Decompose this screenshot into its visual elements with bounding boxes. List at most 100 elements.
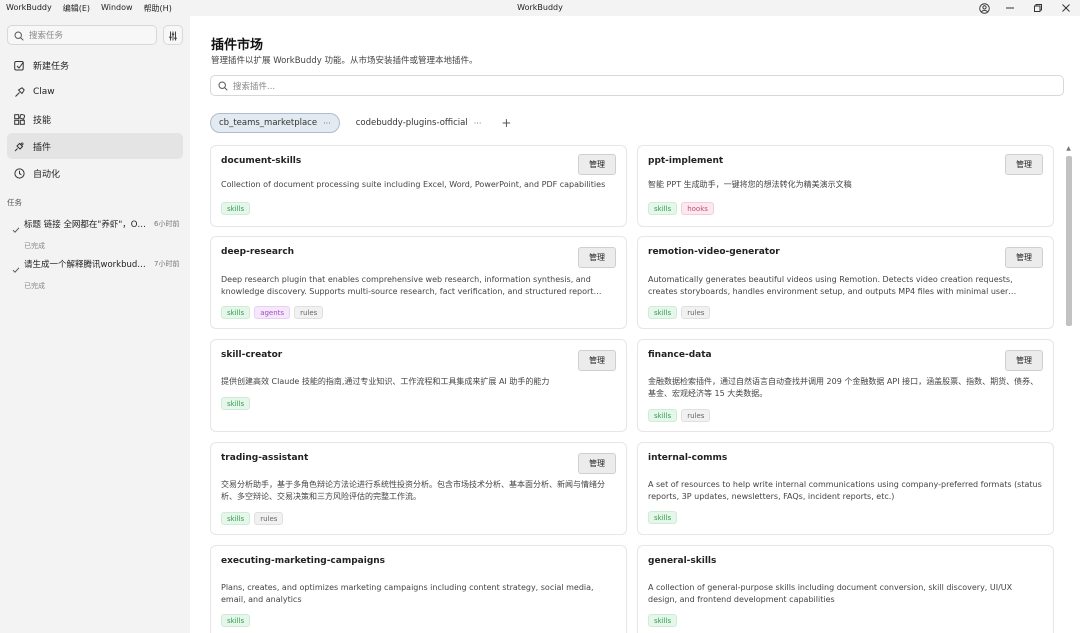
plugin-tags: skills rules xyxy=(648,306,711,319)
scroll-up-icon[interactable]: ▲ xyxy=(1064,145,1073,154)
manage-button[interactable]: 管理 xyxy=(578,350,616,371)
plugin-card[interactable]: skill-creator 管理 提供创建高效 Claude 技能的指南,通过专… xyxy=(210,339,627,432)
tag-rules: rules xyxy=(681,409,711,422)
account-icon[interactable] xyxy=(978,2,991,15)
plugin-name: executing-marketing-campaigns xyxy=(221,556,386,566)
plugin-card[interactable]: finance-data 管理 金融数据检索插件，通过自然语言自动查找并调用 2… xyxy=(637,339,1054,432)
plugin-description: A set of resources to help write interna… xyxy=(648,480,1042,501)
skills-icon xyxy=(14,113,25,125)
tab-cb-teams-marketplace[interactable]: cb_teams_marketplace ··· xyxy=(210,113,340,133)
plugin-name: deep-research xyxy=(221,247,295,257)
task-title: 标题 链接 全网都在"养虾"，Ope... xyxy=(24,220,150,230)
tag-skills: skills xyxy=(648,511,678,524)
tag-agents: agents xyxy=(254,306,291,319)
plugin-card[interactable]: general-skills A collection of general-p… xyxy=(637,545,1054,633)
manage-button[interactable]: 管理 xyxy=(1005,247,1043,268)
plugin-tags: skills xyxy=(221,202,251,215)
task-title: 请生成一个解释腾讯workbuddy... xyxy=(24,260,150,270)
sidebar-item-plugins[interactable]: 插件 xyxy=(7,133,183,159)
plugin-card[interactable]: remotion-video-generator 管理 Automaticall… xyxy=(637,236,1054,329)
plugin-icon xyxy=(14,141,25,152)
main-panel: 插件市场 管理插件以扩展 WorkBuddy 功能。从市场安装插件或管理本地插件… xyxy=(190,16,1080,633)
close-button[interactable] xyxy=(1052,0,1080,16)
sidebar: 搜索任务 新建任务 Claw 技能 插件 自动化 任务 标题 链接 全网都在"养… xyxy=(0,16,190,633)
plugin-description: 金融数据检索插件，通过自然语言自动查找并调用 209 个金融数据 API 接口，… xyxy=(648,377,1039,398)
manage-button[interactable]: 管理 xyxy=(1005,350,1043,371)
plugin-description: Collection of document processing suite … xyxy=(221,180,606,189)
tab-codebuddy-plugins-official[interactable]: codebuddy-plugins-official ··· xyxy=(348,113,490,133)
tag-hooks: hooks xyxy=(681,202,714,215)
plugin-card[interactable]: ppt-implement 管理 智能 PPT 生成助手，一键将您的想法转化为精… xyxy=(637,145,1054,227)
marketplace-tabs: cb_teams_marketplace ··· codebuddy-plugi… xyxy=(210,113,511,133)
plugin-card[interactable]: document-skills 管理 Collection of documen… xyxy=(210,145,627,227)
plugin-tags: skills xyxy=(648,614,678,627)
plugin-description: Automatically generates beautiful videos… xyxy=(648,275,1013,296)
sidebar-item-label: 自动化 xyxy=(33,169,61,180)
tag-skills: skills xyxy=(221,614,251,627)
sidebar-item-skills[interactable]: 技能 xyxy=(7,106,183,132)
tag-skills: skills xyxy=(648,202,678,215)
clock-icon xyxy=(14,167,25,179)
task-status: 已完成 xyxy=(24,282,45,290)
plugin-tags: skills hooks xyxy=(648,202,714,215)
sidebar-item-label: 插件 xyxy=(33,142,52,153)
plugin-name: general-skills xyxy=(648,556,717,566)
restore-button[interactable] xyxy=(1024,0,1052,16)
check-icon xyxy=(12,219,21,238)
plugin-search-input[interactable]: 搜索插件... xyxy=(210,75,1064,96)
claw-icon xyxy=(14,86,25,98)
plugin-grid: document-skills 管理 Collection of documen… xyxy=(210,145,1054,633)
plugin-name: internal-comms xyxy=(648,453,728,463)
plugin-name: document-skills xyxy=(221,156,302,166)
tag-skills: skills xyxy=(221,202,251,215)
plugin-card[interactable]: deep-research 管理 Deep research plugin th… xyxy=(210,236,627,329)
filter-button[interactable] xyxy=(163,25,183,45)
vertical-scrollbar[interactable]: ▲ xyxy=(1064,145,1073,633)
task-search-input[interactable]: 搜索任务 xyxy=(7,25,157,45)
plugin-description: 提供创建高效 Claude 技能的指南,通过专业知识、工作流程和工具集成来扩展 … xyxy=(221,377,550,386)
scrollbar-thumb[interactable] xyxy=(1066,156,1072,326)
tasks-heading: 任务 xyxy=(7,198,22,207)
task-time: 7小时前 xyxy=(154,260,180,268)
plugin-card[interactable]: executing-marketing-campaigns Plans, cre… xyxy=(210,545,627,633)
sidebar-item-label: 技能 xyxy=(33,115,52,126)
task-time: 6小时前 xyxy=(154,220,180,228)
more-icon[interactable]: ··· xyxy=(323,119,331,128)
search-icon xyxy=(14,26,24,45)
tag-skills: skills xyxy=(221,397,251,410)
check-icon xyxy=(12,259,21,278)
sidebar-item-automation[interactable]: 自动化 xyxy=(7,160,183,186)
search-icon xyxy=(218,76,228,95)
plugin-description: Plans, creates, and optimizes marketing … xyxy=(221,583,594,604)
plugin-tags: skills xyxy=(221,397,251,410)
add-tab-icon[interactable]: + xyxy=(501,116,511,130)
plugin-description: 智能 PPT 生成助手，一键将您的想法转化为精美演示文稿 xyxy=(648,180,852,189)
sidebar-item-label: 新建任务 xyxy=(33,61,70,72)
plugin-name: remotion-video-generator xyxy=(648,247,780,257)
manage-button[interactable]: 管理 xyxy=(578,154,616,175)
task-search-placeholder: 搜索任务 xyxy=(29,31,64,41)
sidebar-item-new-task[interactable]: 新建任务 xyxy=(7,52,183,78)
tab-label: cb_teams_marketplace xyxy=(219,118,318,128)
plugin-card[interactable]: trading-assistant 管理 交易分析助手，基于多角色辩论方法论进行… xyxy=(210,442,627,535)
manage-button[interactable]: 管理 xyxy=(578,247,616,268)
manage-button[interactable]: 管理 xyxy=(1005,154,1043,175)
sidebar-item-claw[interactable]: Claw xyxy=(7,79,183,105)
sidebar-item-label: Claw xyxy=(33,87,55,97)
task-item[interactable]: 标题 链接 全网都在"养虾"，Ope... 6小时前 已完成 xyxy=(12,218,182,251)
sliders-icon xyxy=(168,26,178,45)
minimize-button[interactable] xyxy=(996,0,1024,16)
plugin-card[interactable]: internal-comms A set of resources to hel… xyxy=(637,442,1054,535)
more-icon[interactable]: ··· xyxy=(474,119,482,128)
plugin-tags: skills rules xyxy=(221,512,284,525)
manage-button[interactable]: 管理 xyxy=(578,453,616,474)
sidebar-nav: 新建任务 Claw 技能 插件 自动化 xyxy=(7,52,183,187)
tag-skills: skills xyxy=(648,614,678,627)
edit-icon xyxy=(14,60,25,71)
task-item[interactable]: 请生成一个解释腾讯workbuddy... 7小时前 已完成 xyxy=(12,258,182,291)
plugin-name: ppt-implement xyxy=(648,156,724,166)
plugin-search-placeholder: 搜索插件... xyxy=(233,81,276,92)
tag-rules: rules xyxy=(681,306,711,319)
plugin-name: trading-assistant xyxy=(221,453,309,463)
task-status: 已完成 xyxy=(24,242,45,250)
